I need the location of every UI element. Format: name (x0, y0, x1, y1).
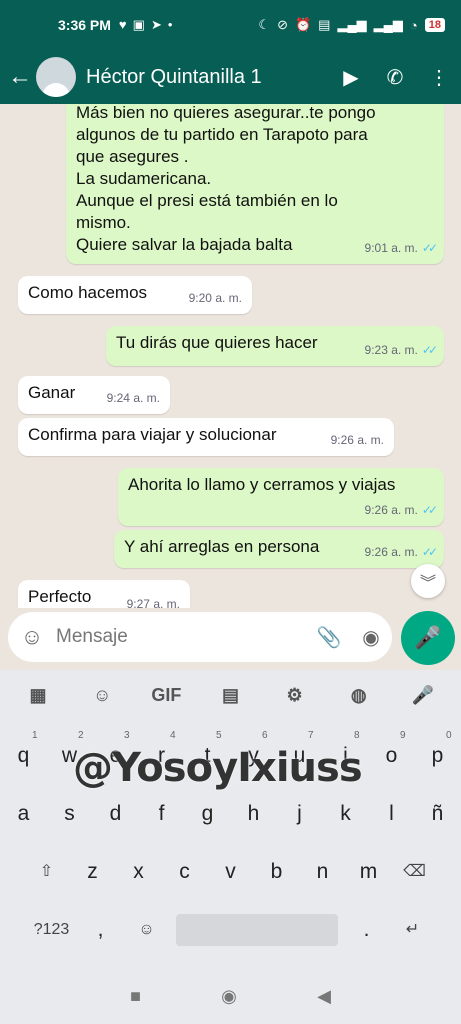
message-bubble[interactable]: Perfecto 9:27 a. m. (18, 580, 190, 608)
chat-area[interactable]: Más bien no quieres asegurar..te pongo a… (0, 104, 461, 608)
back-arrow-icon[interactable]: ← (0, 63, 36, 91)
volte-icon: ▤ (318, 17, 331, 32)
backspace-icon[interactable]: ⌫ (393, 848, 437, 896)
attach-icon[interactable]: 📎 (308, 625, 350, 650)
key-v[interactable]: v (209, 848, 253, 896)
scroll-down-button[interactable]: ︾ (411, 564, 445, 598)
key-n[interactable]: n (301, 848, 345, 896)
mic-icon: 🎤 (414, 625, 442, 650)
wifi-icon: ◔ (409, 17, 418, 33)
double-check-icon: ✓✓ (421, 241, 438, 255)
system-nav-bar: ■ ◉ ◀ (0, 968, 461, 1024)
message-time: 9:20 a. m. (188, 291, 242, 305)
message-time: 9:26 a. m. (330, 433, 384, 447)
key-period[interactable]: . (345, 906, 389, 954)
message-bubble[interactable]: Más bien no quieres asegurar..te pongo a… (66, 104, 444, 264)
emoji-key-icon[interactable]: ☺ (125, 906, 169, 954)
spacebar[interactable] (175, 914, 338, 946)
key-s[interactable]: s (48, 790, 92, 838)
double-check-icon: ✓✓ (421, 503, 438, 517)
message-input-box: ☺ 📎 ◉ (8, 612, 392, 662)
message-time: 9:01 a. m. (364, 241, 418, 255)
phone-icon[interactable]: ✆ (373, 65, 417, 90)
message-bubble[interactable]: Tu dirás que quieres hacer 9:23 a. m. ✓✓ (106, 326, 444, 366)
moon-icon: ☾ (258, 17, 271, 32)
status-time: 3:36 PM (58, 17, 111, 33)
key-ntilde[interactable]: ñ (416, 790, 460, 838)
enter-icon[interactable]: ↵ (391, 906, 435, 954)
contact-name[interactable]: Héctor Quintanilla 1 (86, 66, 329, 89)
message-bubble[interactable]: Y ahí arreglas en persona 9:26 a. m. ✓✓ (114, 530, 444, 568)
recents-icon[interactable]: ■ (130, 986, 141, 1007)
heart-icon: ♥ (118, 17, 127, 32)
message-time: 9:23 a. m. (364, 343, 418, 357)
keyboard-row-4: ?123 , ☺ . ↵ (0, 906, 461, 954)
signal-2-icon: ▂▄▆ (373, 17, 403, 32)
key-d[interactable]: d (94, 790, 138, 838)
keyboard-row-2: a s d f g h j k l ñ (0, 790, 461, 838)
key-m[interactable]: m (347, 848, 391, 896)
key-j[interactable]: j (278, 790, 322, 838)
video-call-icon[interactable]: ▶ (329, 65, 373, 90)
sticker-icon[interactable]: ☺ (82, 685, 122, 706)
message-time: 9:26 a. m. (364, 545, 418, 559)
more-icon: • (167, 17, 173, 32)
keyboard: ▦ ☺ GIF ▤ ⚙ ◍ 🎤 q1 w2 e3 r4 t5 y6 u7 i8 … (0, 670, 461, 968)
key-q[interactable]: q1 (2, 730, 46, 780)
key-h[interactable]: h (232, 790, 276, 838)
message-bubble[interactable]: Ganar 9:24 a. m. (18, 376, 170, 414)
key-g[interactable]: g (186, 790, 230, 838)
key-l[interactable]: l (370, 790, 414, 838)
more-vert-icon[interactable]: ⋮ (417, 65, 461, 90)
message-text: Ahorita lo llamo y cerramos y viajas (128, 475, 396, 494)
message-time: 9:24 a. m. (106, 391, 160, 405)
key-k[interactable]: k (324, 790, 368, 838)
message-input[interactable] (56, 626, 308, 648)
keyboard-toolbar: ▦ ☺ GIF ▤ ⚙ ◍ 🎤 (0, 670, 461, 720)
message-time: 9:27 a. m. (126, 597, 180, 608)
input-bar: ☺ 📎 ◉ 🎤 (0, 608, 461, 670)
settings-icon[interactable]: ⚙ (275, 685, 315, 706)
alarm-icon: ⏰ (294, 17, 312, 32)
symbols-key[interactable]: ?123 (27, 906, 77, 954)
chat-header: ← Héctor Quintanilla 1 ▶ ✆ ⋮ (0, 50, 461, 104)
double-check-icon: ✓✓ (421, 343, 438, 357)
telegram-icon: ➤ (150, 17, 162, 32)
voice-record-button[interactable]: 🎤 (401, 611, 455, 665)
key-comma[interactable]: , (79, 906, 123, 954)
key-c[interactable]: c (163, 848, 207, 896)
message-time: 9:26 a. m. (364, 503, 418, 517)
keyboard-mic-icon[interactable]: 🎤 (403, 685, 443, 706)
signal-icon: ▂▄▆ (337, 17, 367, 32)
emoji-icon[interactable]: ☺ (8, 624, 56, 650)
chevron-double-down-icon: ︾ (419, 575, 436, 592)
key-x[interactable]: x (117, 848, 161, 896)
shift-icon[interactable]: ⇧ (25, 848, 69, 896)
battery-icon: 18 (424, 18, 445, 32)
back-icon[interactable]: ◀ (317, 986, 331, 1007)
status-bar: 3:36 PM ♥ ▣ ➤ • ☾ ⊘ ⏰ ▤ ▂▄▆ ▂▄▆ ◔ 18 (0, 0, 461, 50)
message-bubble[interactable]: Ahorita lo llamo y cerramos y viajas 9:2… (118, 468, 444, 526)
ad-icon: ▣ (132, 17, 145, 32)
avatar[interactable] (36, 57, 76, 97)
key-f[interactable]: f (140, 790, 184, 838)
watermark: @YosoyIxiuss (73, 745, 363, 791)
key-o[interactable]: o9 (370, 730, 414, 780)
key-a[interactable]: a (2, 790, 46, 838)
gif-button[interactable]: GIF (146, 685, 186, 706)
key-z[interactable]: z (71, 848, 115, 896)
message-bubble[interactable]: Como hacemos 9:20 a. m. (18, 276, 252, 314)
apps-icon[interactable]: ▦ (18, 685, 58, 706)
double-check-icon: ✓✓ (421, 545, 438, 559)
message-bubble[interactable]: Confirma para viajar y solucionar 9:26 a… (18, 418, 394, 456)
clipboard-icon[interactable]: ▤ (210, 685, 250, 706)
camera-icon[interactable]: ◉ (350, 625, 392, 650)
home-icon[interactable]: ◉ (221, 986, 237, 1007)
keyboard-row-3: ⇧ z x c v b n m ⌫ (0, 848, 461, 896)
message-text: Más bien no quieres asegurar..te pongo a… (76, 104, 376, 254)
key-p[interactable]: p0 (416, 730, 460, 780)
mute-icon: ⊘ (277, 17, 288, 32)
palette-icon[interactable]: ◍ (339, 685, 379, 706)
key-b[interactable]: b (255, 848, 299, 896)
